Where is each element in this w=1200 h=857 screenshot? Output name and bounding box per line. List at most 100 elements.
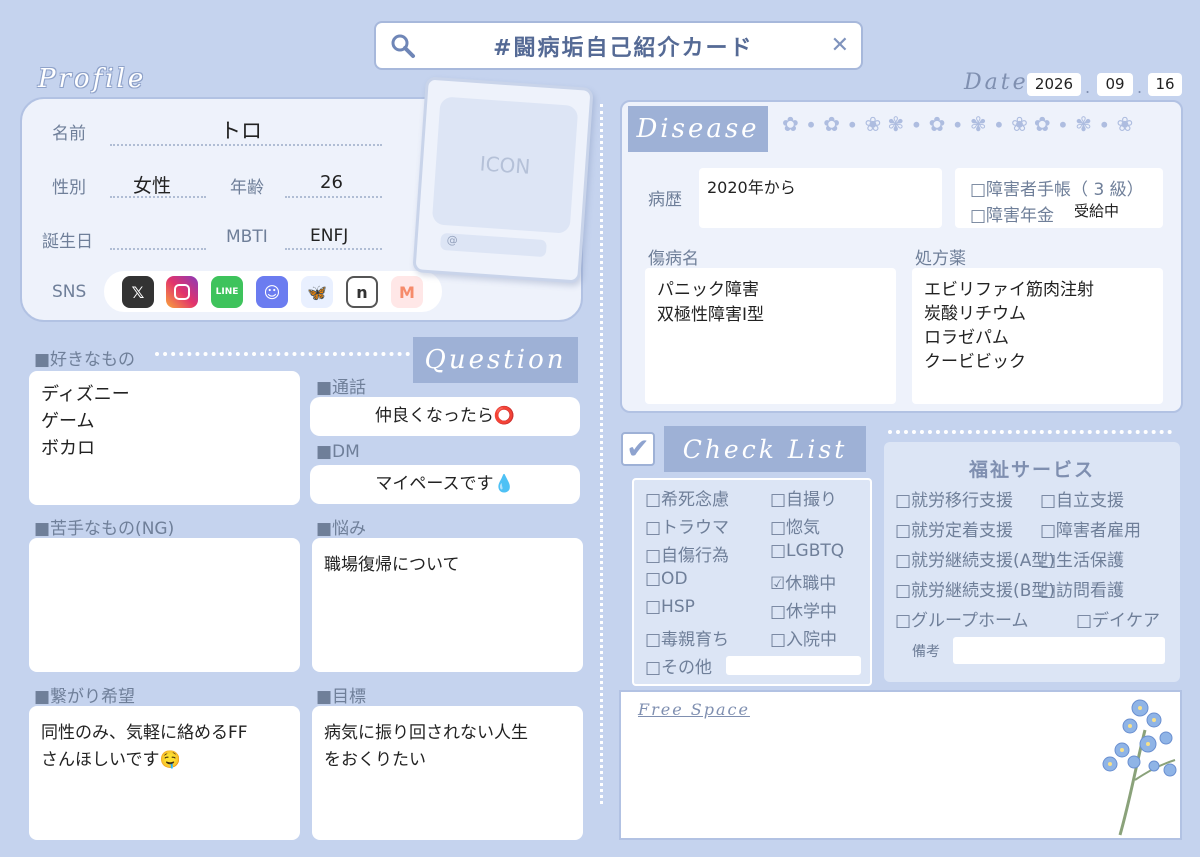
instagram-icon[interactable] xyxy=(166,276,198,308)
note-field[interactable] xyxy=(953,637,1165,664)
icon-card[interactable]: ICON @ xyxy=(412,76,594,284)
meds-item: 炭酸リチウム xyxy=(924,304,1026,324)
connect-item: さんほしいです🤤 xyxy=(41,750,181,770)
welfare-item[interactable]: □就労定着支援 xyxy=(895,516,1045,546)
mbti-value: ENFJ xyxy=(310,226,349,246)
welfare-item[interactable]: □就労継続支援(A型) xyxy=(895,546,1055,576)
welfare-left: □就労移行支援 □就労定着支援 □就労継続支援(A型) □就労継続支援(B型) … xyxy=(895,486,1055,636)
goal-line: 病気に振り回されない人生 xyxy=(324,723,528,743)
dislikes-title: ■苦手なもの(NG) xyxy=(34,519,175,539)
checklist-right: □自撮り □惚気 □LGBTQ ☑休職中 □休学中 □入院中 xyxy=(770,485,870,653)
misskey-icon[interactable]: M xyxy=(391,276,423,308)
welfare-item[interactable]: □就労移行支援 xyxy=(895,486,1045,516)
diagnosis-item: パニック障害 xyxy=(657,280,759,300)
history-label: 病歴 xyxy=(648,190,682,210)
pension-checkbox[interactable]: □障害年金 xyxy=(970,201,1054,226)
gender-value: 女性 xyxy=(133,175,172,197)
at-symbol: @ xyxy=(446,233,459,247)
check-item[interactable]: □トラウマ xyxy=(645,513,770,541)
check-item[interactable]: □自撮り xyxy=(770,485,870,513)
goal-field[interactable]: 病気に振り回されない人生 をおくりたい xyxy=(312,706,583,840)
icon-handle-field: @ xyxy=(439,232,547,258)
close-icon[interactable]: ✕ xyxy=(831,33,849,58)
welfare-divider xyxy=(888,430,1172,434)
date-year[interactable]: 2026 xyxy=(1027,73,1081,96)
check-item[interactable]: □自傷行為 xyxy=(645,541,770,569)
forget-me-not-illustration xyxy=(1090,690,1180,840)
date-dot-2: . xyxy=(1137,78,1143,97)
dm-field[interactable]: マイペースです💧 xyxy=(310,465,580,504)
likes-field[interactable]: ディズニー ゲーム ボカロ xyxy=(29,371,300,505)
call-title: ■通話 xyxy=(316,378,367,398)
likes-divider xyxy=(155,352,410,356)
birthday-field[interactable] xyxy=(110,216,206,250)
note-icon[interactable]: n xyxy=(346,276,378,308)
meds-item: クービビック xyxy=(924,352,1026,372)
likes-title: ■好きなもの xyxy=(34,350,136,370)
likes-item: ディズニー xyxy=(41,384,130,405)
date-dot-1: . xyxy=(1085,78,1091,97)
search-title: #闘病垢自己紹介カード xyxy=(493,35,754,61)
check-item[interactable]: □休学中 xyxy=(770,597,870,625)
birthday-label: 誕生日 xyxy=(42,232,93,252)
x-icon[interactable]: 𝕏 xyxy=(122,276,154,308)
check-item[interactable]: □HSP xyxy=(645,597,770,625)
check-item-checked[interactable]: ☑休職中 xyxy=(770,569,870,597)
meds-field[interactable]: エビリファイ筋肉注射 炭酸リチウム ロラゼパム クービビック xyxy=(912,268,1163,404)
welfare-item[interactable]: □障害者雇用 xyxy=(1040,516,1174,546)
likes-item: ゲーム xyxy=(41,411,95,432)
worry-field[interactable]: 職場復帰について xyxy=(312,538,583,672)
welfare-item[interactable]: □自立支援 xyxy=(1040,486,1174,516)
name-value: トロ xyxy=(220,119,262,143)
checklist-heading: Check List xyxy=(664,426,866,472)
dm-title: ■DM xyxy=(316,442,360,462)
call-field[interactable]: 仲良くなったら⭕ xyxy=(310,397,580,436)
check-item[interactable]: □LGBTQ xyxy=(770,541,870,569)
search-icon[interactable] xyxy=(390,33,416,59)
gender-label: 性別 xyxy=(52,178,86,198)
discord-icon[interactable]: ☺ xyxy=(256,276,288,308)
goal-line: をおくりたい xyxy=(324,750,426,770)
connect-field[interactable]: 同性のみ、気軽に絡めるFF さんほしいです🤤 xyxy=(29,706,300,840)
check-item[interactable]: □OD xyxy=(645,569,770,597)
age-label: 年齢 xyxy=(230,178,264,198)
meds-item: エビリファイ筋肉注射 xyxy=(924,280,1094,300)
sns-label: SNS xyxy=(52,282,87,302)
other-input[interactable] xyxy=(726,656,861,675)
question-heading: Question xyxy=(413,337,578,383)
checklist-left: □希死念慮 □トラウマ □自傷行為 □OD □HSP □毒親育ち □その他 xyxy=(645,485,770,681)
check-item[interactable]: □入院中 xyxy=(770,625,870,653)
disease-heading: Disease xyxy=(628,106,768,152)
checkmark-icon: ✔ xyxy=(621,432,655,466)
welfare-item[interactable]: □就労継続支援(B型) xyxy=(895,576,1055,606)
icon-placeholder-text: ICON xyxy=(478,151,532,179)
age-value: 26 xyxy=(320,172,343,193)
date-day[interactable]: 16 xyxy=(1148,73,1182,96)
welfare-right: □自立支援 □障害者雇用 □生活保護 □訪問看護 □デイケア xyxy=(1040,486,1174,636)
search-bar[interactable]: #闘病垢自己紹介カード ✕ xyxy=(374,21,863,70)
line-icon[interactable]: LINE xyxy=(211,276,243,308)
check-item[interactable]: □惚気 xyxy=(770,513,870,541)
connect-item: 同性のみ、気軽に絡めるFF xyxy=(41,723,248,743)
date-month[interactable]: 09 xyxy=(1097,73,1133,96)
welfare-item[interactable]: □生活保護 xyxy=(1040,546,1174,576)
note-label: 備考 xyxy=(912,644,940,660)
bluesky-icon[interactable]: 🦋 xyxy=(301,276,333,308)
dislikes-field[interactable] xyxy=(29,538,300,672)
check-item[interactable]: □希死念慮 xyxy=(645,485,770,513)
date-label: Date xyxy=(964,70,1029,95)
pension-note: 受給中 xyxy=(1074,202,1120,220)
likes-item: ボカロ xyxy=(41,438,95,459)
check-item[interactable]: □毒親育ち xyxy=(645,625,770,653)
welfare-item[interactable]: □グループホーム xyxy=(895,606,1045,636)
welfare-item[interactable]: □訪問看護 xyxy=(1040,576,1174,606)
diagnosis-field[interactable]: パニック障害 双極性障害Ⅰ型 xyxy=(645,268,896,404)
history-field[interactable]: 2020年から xyxy=(699,168,942,228)
handbook-checkbox[interactable]: □障害者手帳（ 3 級） xyxy=(970,175,1144,200)
welfare-item[interactable]: □デイケア xyxy=(1040,606,1174,636)
free-space-title: Free Space xyxy=(638,700,750,719)
icon-photo-area: ICON xyxy=(431,96,579,234)
meds-item: ロラゼパム xyxy=(924,328,1009,348)
diagnosis-label: 傷病名 xyxy=(648,249,699,269)
column-divider xyxy=(600,104,603,804)
